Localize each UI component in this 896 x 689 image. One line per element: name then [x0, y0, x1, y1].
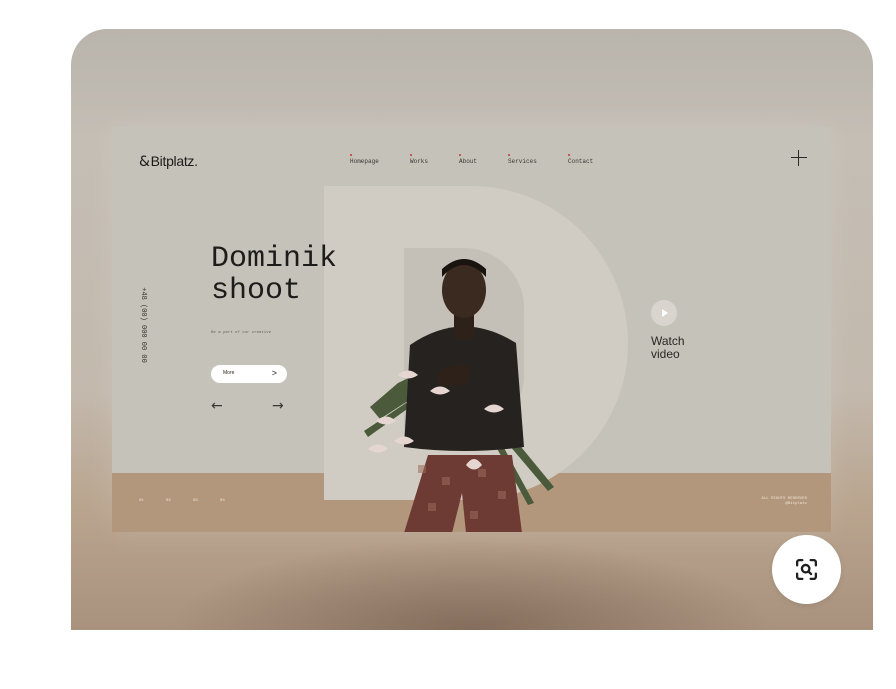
watch-video-label: Watch video [651, 335, 711, 361]
hero-title-line-2: shoot [211, 274, 302, 308]
pager-item: 03 [193, 499, 198, 503]
nav-dot [350, 154, 352, 156]
nav-item-works: Works [410, 154, 429, 165]
hero-title: Dominik shoot [211, 243, 337, 307]
plus-icon [789, 148, 809, 168]
nav-item-contact: Contact [568, 154, 594, 165]
more-label: More [223, 370, 235, 376]
nav-item-homepage: Homepage [350, 154, 379, 165]
hero-subtitle: Be a part of our creative [211, 331, 272, 335]
hero-title-line-1: Dominik [211, 242, 338, 276]
pager-item: 04 [220, 499, 225, 503]
nav-item-services: Services [508, 154, 537, 165]
logo-glyph: & [139, 154, 150, 170]
visual-search-button[interactable] [772, 535, 841, 604]
nav-dot [508, 154, 510, 156]
nav-label: Homepage [350, 158, 379, 165]
model-figure [364, 259, 554, 532]
phone-number: +48 (00) 000 00 00 [136, 275, 150, 375]
chevron-right-icon: > [271, 368, 277, 378]
watch-line-2: video [651, 347, 680, 361]
result-card[interactable]: &Bitplatz. Homepage Works About Services… [71, 29, 873, 689]
site-logo: &Bitplatz. [139, 153, 198, 170]
nav-dot [410, 154, 412, 156]
rights-line-2: @Bitplatz [785, 502, 807, 506]
arrow-left-icon: ← [211, 398, 223, 414]
thumbnail-image[interactable]: &Bitplatz. Homepage Works About Services… [71, 29, 873, 630]
nav-label: Services [508, 158, 537, 165]
nav-dot [568, 154, 570, 156]
more-button: More > [211, 365, 287, 383]
rights-text: ALL RIGHTS RESERVED @Bitplatz [761, 497, 807, 507]
nav-label: About [459, 158, 478, 165]
website-screenshot: &Bitplatz. Homepage Works About Services… [112, 127, 831, 532]
lens-search-icon [795, 558, 818, 581]
nav-label: Contact [568, 158, 594, 165]
nav-label: Works [410, 158, 429, 165]
pager-item: 02 [166, 499, 171, 503]
logo-text: Bitplatz. [150, 153, 198, 169]
nav-item-about: About [459, 154, 478, 165]
arrow-right-icon: → [272, 398, 284, 414]
play-icon [651, 300, 677, 326]
pager-item: 01 [139, 499, 144, 503]
phone-text: +48 (00) 000 00 00 [139, 287, 147, 363]
nav-dot [459, 154, 461, 156]
